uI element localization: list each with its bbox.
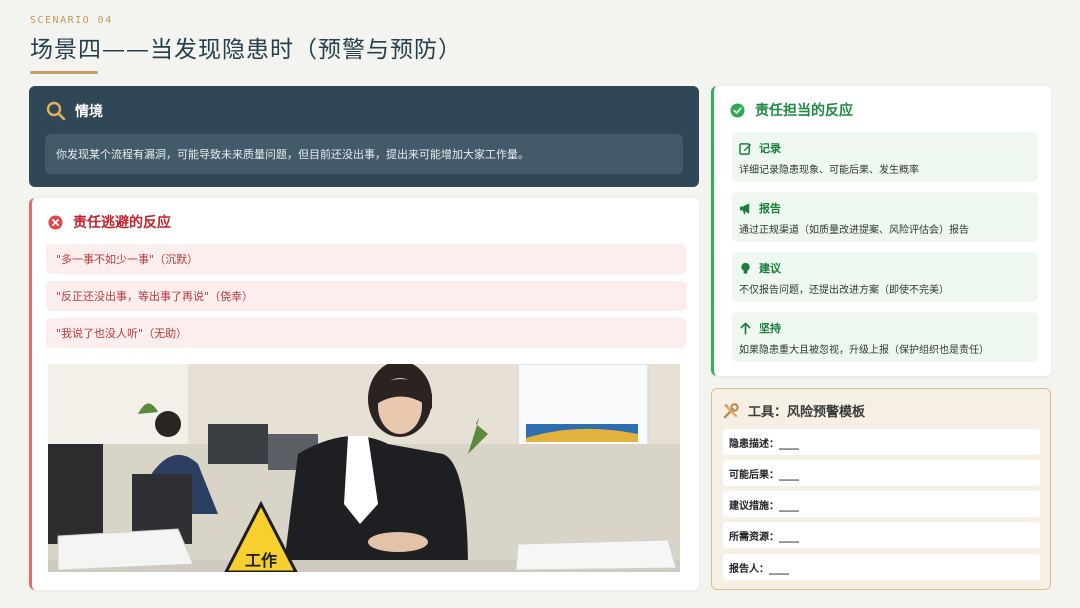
responsibility-card: 责任担当的反应 记录 详细记录隐患现象、可能后果、发生概率 报告 通过正规渠道（… xyxy=(711,86,1051,376)
item-desc: 不仅报告问题，还提出改进方案（即使不完美） xyxy=(739,285,949,296)
evasion-item: "多一事不如少一事"（沉默） xyxy=(46,244,686,274)
tool-label: 工具：风险预警模板 xyxy=(748,405,866,420)
search-icon xyxy=(46,101,66,121)
responsibility-item: 坚持 如果隐患重大且被忽视，升级上报（保护组织也是责任） xyxy=(732,312,1038,362)
situation-card: 情境 你发现某个流程有漏洞，可能导致未来质量问题，但目前还没出事，提出来可能增加… xyxy=(29,86,699,187)
arrow-up-icon xyxy=(740,322,751,334)
item-title: 记录 xyxy=(759,142,781,155)
tools-icon xyxy=(723,402,739,418)
edit-icon xyxy=(739,142,752,155)
situation-label: 情境 xyxy=(75,104,103,120)
template-field[interactable]: 报告人：____ xyxy=(723,554,1040,580)
megaphone-icon xyxy=(739,202,750,214)
close-circle-icon xyxy=(48,214,63,230)
tool-card: 工具：风险预警模板 隐患描述：____ 可能后果：____ 建议措施：____ … xyxy=(711,388,1051,590)
responsibility-label: 责任担当的反应 xyxy=(755,103,853,119)
sign-text: 工作 xyxy=(245,551,277,570)
situation-text: 你发现某个流程有漏洞，可能导致未来质量问题，但目前还没出事，提出来可能增加大家工… xyxy=(45,134,683,174)
item-title: 坚持 xyxy=(759,322,781,335)
office-worker-photo: 工作 xyxy=(48,364,680,572)
responsibility-item: 记录 详细记录隐患现象、可能后果、发生概率 xyxy=(732,132,1038,182)
item-title: 报告 xyxy=(759,202,781,215)
template-field[interactable]: 隐患描述：____ xyxy=(723,429,1040,455)
evasion-label: 责任逃避的反应 xyxy=(73,215,171,231)
evasion-item: "我说了也没人听"（无助） xyxy=(46,318,686,348)
template-field[interactable]: 可能后果：____ xyxy=(723,460,1040,486)
item-desc: 通过正规渠道（如质量改进提案、风险评估会）报告 xyxy=(739,225,969,236)
title-underline xyxy=(30,71,98,74)
responsibility-item: 报告 通过正规渠道（如质量改进提案、风险评估会）报告 xyxy=(732,192,1038,242)
item-title: 建议 xyxy=(759,262,781,275)
item-desc: 详细记录隐患现象、可能后果、发生概率 xyxy=(739,165,919,176)
evasion-card: 责任逃避的反应 "多一事不如少一事"（沉默） "反正还没出事，等出事了再说"（侥… xyxy=(29,198,699,590)
check-circle-icon xyxy=(730,102,745,118)
item-desc: 如果隐患重大且被忽视，升级上报（保护组织也是责任） xyxy=(739,345,989,356)
lightbulb-icon xyxy=(741,262,750,274)
responsibility-item: 建议 不仅报告问题，还提出改进方案（即使不完美） xyxy=(732,252,1038,302)
evasion-item: "反正还没出事，等出事了再说"（侥幸） xyxy=(46,281,686,311)
page-title: 场景四——当发现隐患时（预警与预防） xyxy=(30,37,462,63)
template-field[interactable]: 所需资源：____ xyxy=(723,522,1040,548)
template-field[interactable]: 建议措施：____ xyxy=(723,491,1040,517)
eyebrow: SCENARIO 04 xyxy=(30,15,113,26)
